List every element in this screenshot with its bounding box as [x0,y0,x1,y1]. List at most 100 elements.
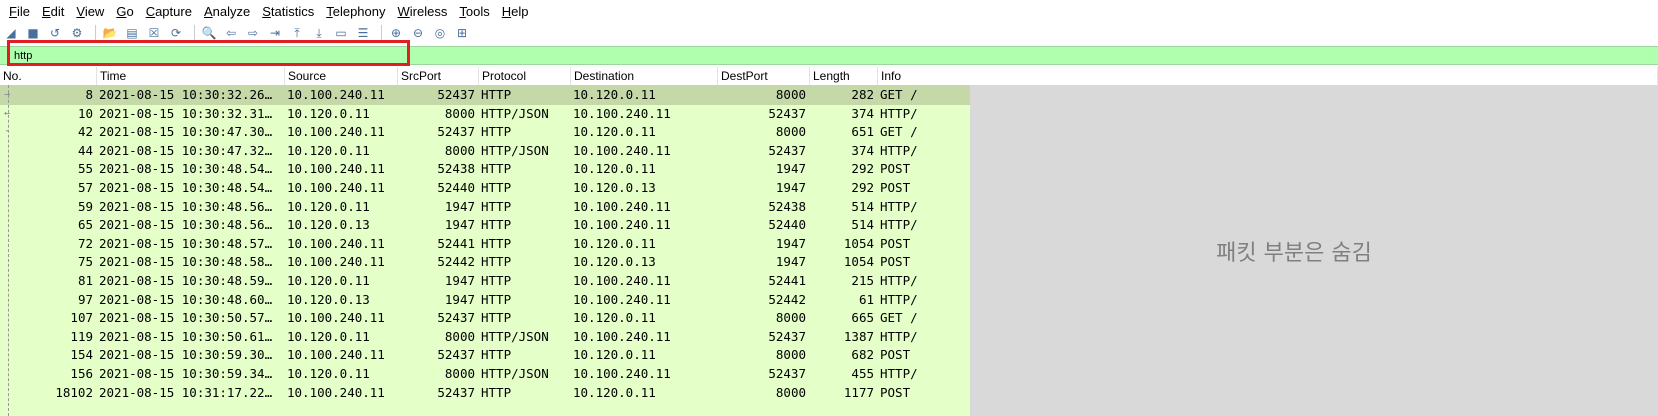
packet-row[interactable]: ← 10 2021-08-15 10:30:32.31… 10.120.0.11 800… [0,104,970,124]
packet-row[interactable]: 75 2021-08-15 10:30:48.58… 10.100.240.11 52… [0,252,970,272]
column-header-no[interactable]: No. [0,67,97,85]
cell-time: 2021-08-15 10:30:47.32… [99,142,273,158]
packet-row[interactable]: 57 2021-08-15 10:30:48.54… 10.100.240.11 52… [0,178,970,198]
shark-fin-icon[interactable]: ◢ [2,25,20,41]
column-header-src[interactable]: Source [285,67,398,85]
menu-telephony[interactable]: Telephony [323,4,388,19]
cell-dst: 10.120.0.11 [573,235,656,251]
go-to-packet-icon[interactable]: ⇥ [266,25,284,41]
find-icon[interactable]: 🔍 [200,25,218,41]
packet-row[interactable]: 156 2021-08-15 10:30:59.34… 10.120.0.11 800… [0,364,970,384]
forward-icon[interactable]: ⇨ [244,25,262,41]
column-header-dst[interactable]: Destination [571,67,718,85]
packet-row[interactable]: → 8 2021-08-15 10:30:32.26… 10.100.240.11 52… [0,85,970,105]
cell-dst: 10.100.240.11 [573,366,671,381]
packet-row[interactable]: 55 2021-08-15 10:30:48.54… 10.100.240.11 52… [0,159,970,179]
reload-icon[interactable]: ⟳ [167,25,185,41]
menu-file[interactable]: File [6,4,33,19]
menu-help[interactable]: Help [499,4,532,19]
cell-dst: 10.120.0.11 [573,347,656,363]
cell-no: 75 [77,254,93,270]
cell-sport: 1947 [444,198,475,214]
cell-proto: HTTP [481,254,512,270]
display-filter-bar [0,46,1658,65]
packet-row[interactable]: 65 2021-08-15 10:30:48.56… 10.120.0.13 1947… [0,215,970,235]
cell-info: POST [880,254,911,270]
open-icon[interactable]: 📂 [101,25,119,41]
main-toolbar: ◢ ■ ↺ ⚙ 📂 ▤ ☒ ⟳ 🔍 ⇦ ⇨ ⇥ ⤒ ⤓ ▭ ☰ ⊕ ⊖ ◎ ⊞ [0,22,1658,44]
last-packet-icon[interactable]: ⤓ [310,25,328,41]
cell-info: POST [880,347,911,363]
first-packet-icon[interactable]: ⤒ [288,25,306,41]
column-header-time[interactable]: Time [97,67,285,85]
packet-row[interactable]: 154 2021-08-15 10:30:59.30… 10.100.240.11 5… [0,345,970,365]
menu-wireless[interactable]: Wireless [395,4,451,19]
stop-icon[interactable]: ■ [24,25,42,41]
zoom-in-icon[interactable]: ⊕ [387,25,405,41]
cell-no: 55 [77,161,93,177]
cell-dport: 8000 [775,87,806,102]
cell-sport: 8000 [444,366,475,381]
cell-proto: HTTP/JSON [481,142,549,158]
cell-dport: 8000 [775,310,806,326]
packet-row[interactable]: 44 2021-08-15 10:30:47.32… 10.120.0.11 8000… [0,141,970,161]
resize-columns-icon[interactable]: ⊞ [453,25,471,41]
toolbar-separator [194,25,195,41]
column-header-info[interactable]: Info [878,67,1658,85]
cell-dport: 52442 [768,291,806,307]
cell-dst: 10.100.240.11 [573,217,671,233]
packet-list[interactable]: → 8 2021-08-15 10:30:32.26… 10.100.240.11 52… [0,85,970,416]
options-icon[interactable]: ⚙ [68,25,86,41]
menu-view[interactable]: View [73,4,107,19]
menu-statistics[interactable]: Statistics [259,4,317,19]
packet-row[interactable]: 97 2021-08-15 10:30:48.60… 10.120.0.13 1947… [0,290,970,310]
packet-row[interactable]: 81 2021-08-15 10:30:48.59… 10.120.0.11 1947… [0,271,970,291]
cell-no: 107 [70,310,93,326]
cell-no: 8 [85,87,93,102]
packet-row[interactable]: 59 2021-08-15 10:30:48.56… 10.120.0.11 1947… [0,197,970,217]
cell-no: 59 [77,198,93,214]
cell-len: 215 [851,273,874,288]
cell-dport: 1947 [775,254,806,270]
column-header-sport[interactable]: SrcPort [398,67,479,85]
cell-len: 292 [851,161,874,177]
zoom-out-icon[interactable]: ⊖ [409,25,427,41]
cell-len: 455 [851,366,874,381]
colorize-icon[interactable]: ☰ [354,25,372,41]
packet-row[interactable]: 72 2021-08-15 10:30:48.57… 10.100.240.11 52… [0,234,970,254]
cell-dport: 1947 [775,180,806,195]
restart-icon[interactable]: ↺ [46,25,64,41]
cell-no: 81 [77,273,93,288]
cell-info: HTTP/ [880,273,918,288]
cell-no: 119 [70,328,93,344]
column-header-len[interactable]: Length [810,67,878,85]
packet-row[interactable]: 18102 2021-08-15 10:31:17.22… 10.100.240.1… [0,383,970,403]
cell-dport: 52440 [768,217,806,233]
cell-src: 10.120.0.11 [287,198,370,214]
packet-row[interactable]: 119 2021-08-15 10:30:50.61… 10.120.0.11 800… [0,327,970,347]
cell-dst: 10.120.0.11 [573,310,656,326]
cell-len: 514 [851,198,874,214]
cell-dst: 10.120.0.13 [573,180,656,195]
menu-capture[interactable]: Capture [143,4,195,19]
menu-edit[interactable]: Edit [39,4,67,19]
cell-proto: HTTP [481,161,512,177]
column-header-proto[interactable]: Protocol [479,67,571,85]
back-icon[interactable]: ⇦ [222,25,240,41]
cell-sport: 52437 [437,87,475,102]
normal-size-icon[interactable]: ◎ [431,25,449,41]
display-filter-input[interactable] [14,48,394,63]
cell-dport: 8000 [775,124,806,140]
packet-row[interactable]: 107 2021-08-15 10:30:50.57… 10.100.240.11 5… [0,308,970,328]
menu-analyze[interactable]: Analyze [201,4,253,19]
cell-no: 154 [70,347,93,363]
cell-time: 2021-08-15 10:30:48.56… [99,217,273,233]
autoscroll-icon[interactable]: ▭ [332,25,350,41]
column-header-dport[interactable]: DestPort [718,67,810,85]
close-file-icon[interactable]: ☒ [145,25,163,41]
packet-row[interactable]: · 42 2021-08-15 10:30:47.30… 10.100.240.11 5… [0,122,970,142]
save-icon[interactable]: ▤ [123,25,141,41]
menu-go[interactable]: Go [113,4,136,19]
menu-tools[interactable]: Tools [456,4,492,19]
cell-time: 2021-08-15 10:30:48.59… [99,273,273,288]
